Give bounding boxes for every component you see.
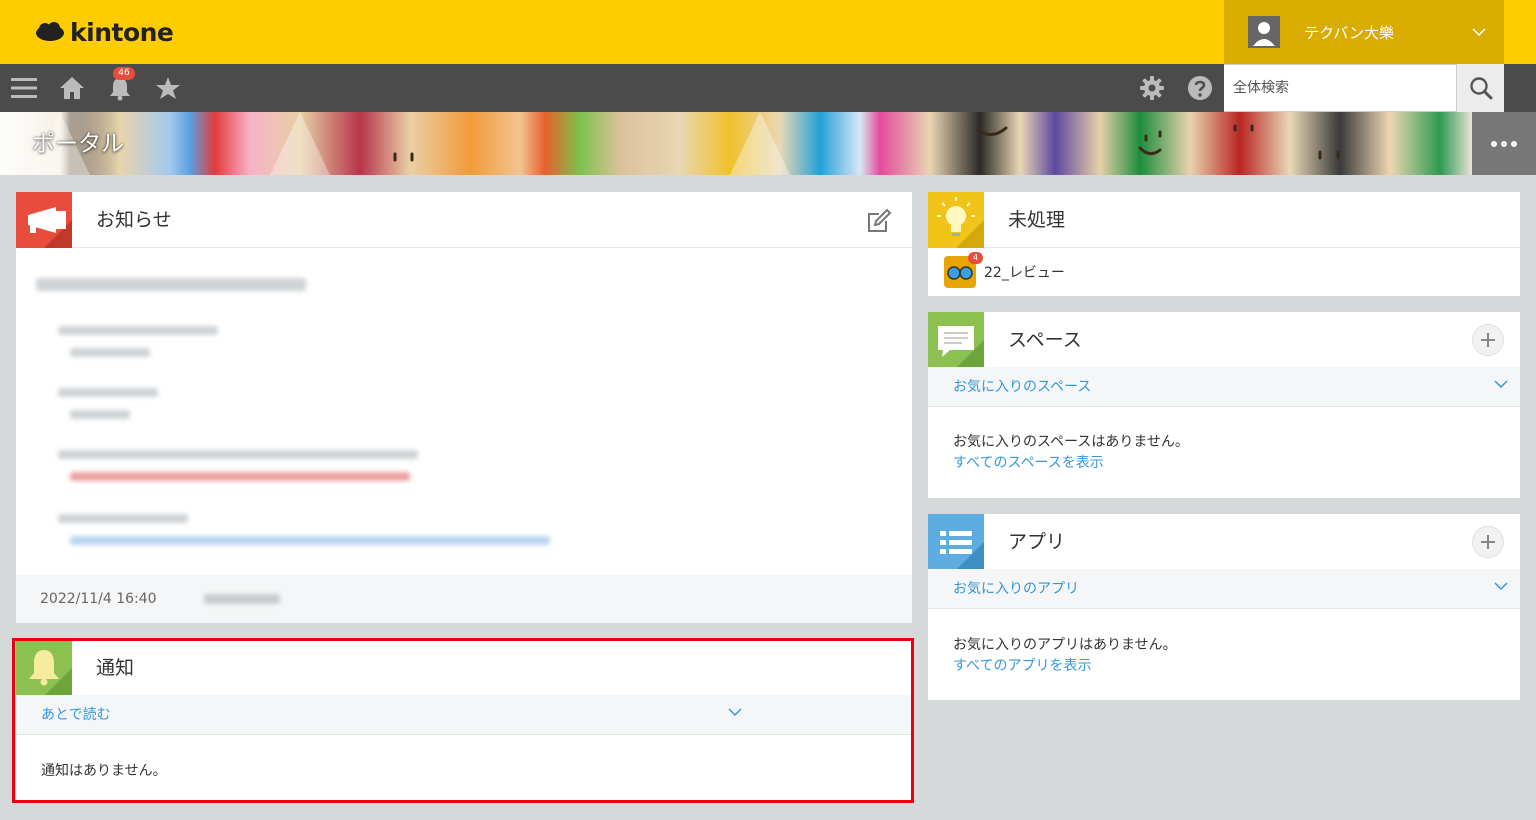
- chevron-down-icon: [728, 708, 742, 716]
- favorite-apps-label: お気に入りのアプリ: [953, 581, 1079, 597]
- chevron-down-icon: [1494, 582, 1508, 590]
- notice-header: お知らせ: [16, 192, 912, 248]
- avatar: [1248, 16, 1280, 48]
- pending-title: 未処理: [1008, 209, 1066, 231]
- logo-text: kintone: [70, 17, 174, 47]
- notice-content-blurred: [36, 268, 596, 558]
- bell-icon: [29, 650, 72, 696]
- cloud-logo-icon: [36, 22, 64, 41]
- spaces-empty-text: お気に入りのスペースはありません。: [953, 434, 1189, 450]
- notice-panel-icon: [16, 192, 72, 248]
- help-icon: [1188, 76, 1212, 100]
- apps-title: アプリ: [1008, 531, 1066, 553]
- favorites-button[interactable]: [152, 64, 184, 112]
- user-icon: [1253, 22, 1275, 46]
- notifications-panel: 通知 あとで読む 通知はありません。: [16, 640, 912, 800]
- kintone-logo[interactable]: kintone: [34, 14, 174, 50]
- favorite-spaces-label: お気に入りのスペース: [953, 379, 1092, 395]
- star-icon: [156, 77, 180, 99]
- pending-item-label: 22_レビュー: [984, 265, 1065, 281]
- megaphone-icon: [28, 207, 72, 248]
- chevron-down-icon: [1494, 380, 1508, 388]
- global-search-input[interactable]: [1224, 65, 1456, 111]
- portal-options-button[interactable]: [1472, 112, 1536, 175]
- search-icon: [1469, 77, 1492, 100]
- all-apps-link[interactable]: すべてのアプリを表示: [953, 655, 1091, 675]
- pending-panel-icon: [928, 192, 984, 248]
- search-button[interactable]: [1456, 64, 1504, 112]
- spaces-panel: スペース お気に入りのスペース お気に入りのスペースはありません。 すべてのスペ…: [928, 312, 1520, 498]
- plus-icon: [1481, 535, 1495, 549]
- hamburger-icon: [11, 78, 37, 98]
- gear-icon: [1140, 76, 1164, 100]
- notifications-title: 通知: [96, 657, 135, 679]
- favorite-spaces-filter[interactable]: お気に入りのスペース: [928, 367, 1520, 407]
- notifications-empty-text: 通知はありません。: [41, 763, 167, 779]
- lightbulb-icon: [937, 197, 984, 248]
- page-title: ポータル: [32, 131, 124, 157]
- chevron-down-icon: [1472, 28, 1486, 36]
- add-space-button[interactable]: [1472, 324, 1504, 356]
- notifications-header: 通知: [16, 640, 912, 696]
- apps-empty-text: お気に入りのアプリはありません。: [953, 637, 1177, 653]
- pencil-faces-decoration: [30, 112, 1340, 175]
- apps-panel: アプリ お気に入りのアプリ お気に入りのアプリはありません。 すべてのアプリを表…: [928, 514, 1520, 700]
- toolbar-spacer: [1504, 64, 1536, 112]
- notice-author-blurred: [204, 594, 280, 604]
- home-icon: [60, 77, 84, 99]
- read-later-filter[interactable]: あとで読む: [16, 695, 912, 735]
- all-spaces-link[interactable]: すべてのスペースを表示: [953, 452, 1104, 472]
- notice-title: お知らせ: [96, 209, 172, 231]
- help-button[interactable]: [1184, 64, 1216, 112]
- search-box: [1224, 64, 1456, 112]
- spaces-header: スペース: [928, 312, 1520, 368]
- spaces-panel-icon: [928, 312, 984, 368]
- user-menu[interactable]: テクバン大樂: [1224, 0, 1504, 64]
- edit-icon: [868, 208, 892, 232]
- settings-button[interactable]: [1136, 64, 1168, 112]
- more-dots-icon: [1491, 140, 1517, 147]
- notice-footer: 2022/11/4 16:40: [16, 575, 912, 623]
- menu-button[interactable]: [8, 64, 40, 112]
- pending-item-review[interactable]: 22_レビュー: [944, 256, 1065, 288]
- read-later-label: あとで読む: [41, 707, 111, 723]
- global-header: kintone テクバン大樂: [0, 0, 1536, 64]
- notification-count-badge: 46: [113, 67, 135, 80]
- home-button[interactable]: [56, 64, 88, 112]
- speech-bubble-icon: [938, 326, 984, 368]
- favorite-apps-filter[interactable]: お気に入りのアプリ: [928, 569, 1520, 609]
- notice-date: 2022/11/4 16:40: [40, 591, 157, 607]
- edit-notice-button[interactable]: [866, 208, 892, 234]
- notifications-panel-icon: [16, 640, 72, 696]
- spaces-title: スペース: [1008, 329, 1082, 351]
- plus-icon: [1481, 333, 1495, 347]
- pending-count-badge: 4: [968, 252, 983, 264]
- add-app-button[interactable]: [1472, 526, 1504, 558]
- list-icon: [940, 531, 984, 570]
- apps-header: アプリ: [928, 514, 1520, 570]
- user-name: テクバン大樂: [1304, 23, 1395, 42]
- apps-panel-icon: [928, 514, 984, 570]
- pending-header: 未処理: [928, 192, 1520, 248]
